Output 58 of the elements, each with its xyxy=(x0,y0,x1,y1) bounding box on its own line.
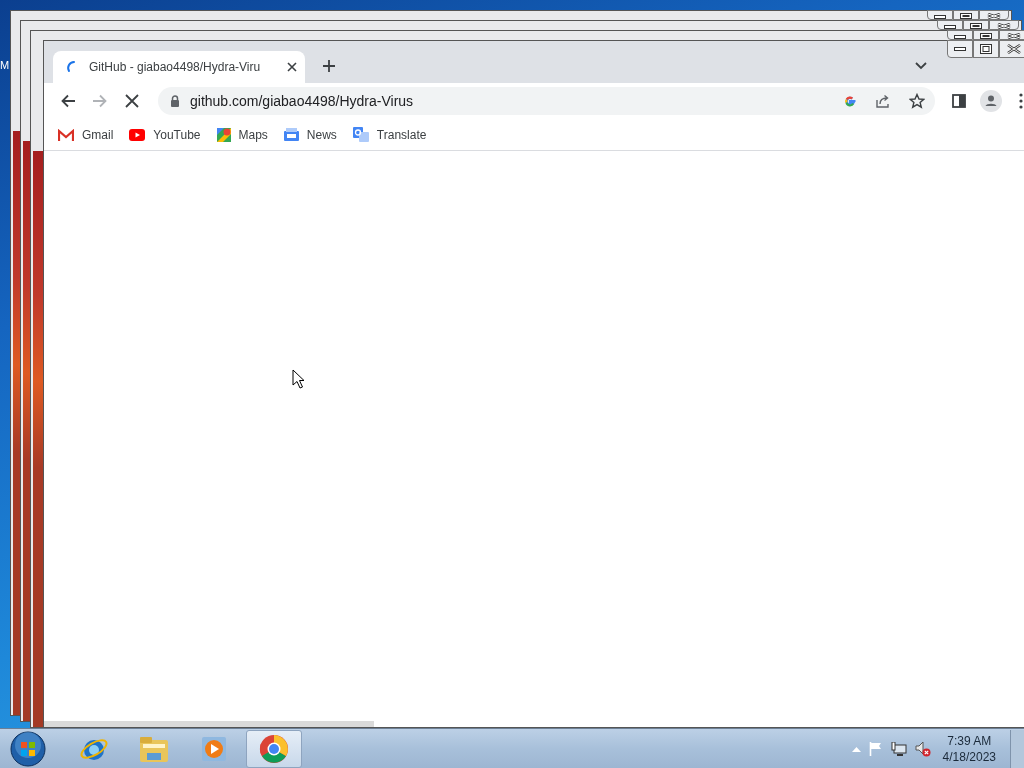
minimize-button[interactable] xyxy=(947,40,973,58)
desktop-label: M xyxy=(0,59,10,72)
side-panel-icon xyxy=(952,94,966,108)
chrome-icon xyxy=(259,733,289,764)
chevron-down-icon xyxy=(915,62,927,70)
close-icon xyxy=(997,23,1011,29)
maximize-icon xyxy=(960,13,972,19)
taskbar-button[interactable] xyxy=(246,729,302,768)
bookmark-link[interactable]: Gmail xyxy=(58,125,114,144)
minimize-icon xyxy=(954,47,966,51)
bookmark-link[interactable]: YouTube xyxy=(129,125,201,144)
address-text: github.com/giabao4498/Hydra-Virus xyxy=(190,91,415,111)
bookmark-link[interactable]: News xyxy=(283,125,337,144)
mouse-cursor-icon xyxy=(292,369,305,389)
gmail-icon xyxy=(58,128,74,141)
address-bar[interactable]: github.com/giabao4498/Hydra-Virus xyxy=(158,87,935,115)
translate-icon xyxy=(352,127,369,142)
play-icon xyxy=(129,128,146,141)
maximize-icon xyxy=(980,44,992,54)
minimize-icon xyxy=(934,15,946,19)
menu-icon xyxy=(1019,93,1023,109)
tab-close-button[interactable] xyxy=(287,62,297,72)
newspaper-icon xyxy=(283,128,299,141)
close-icon xyxy=(1007,44,1021,54)
network-icon xyxy=(890,741,907,756)
google-icon xyxy=(843,94,857,108)
maximize-icon xyxy=(970,23,982,29)
browser-tab[interactable]: GitHub - giabao4498/Hydra-Viru xyxy=(53,51,305,83)
maximize-icon xyxy=(980,33,992,39)
tab-title: GitHub - giabao4498/Hydra-Viru xyxy=(89,59,262,76)
chevron-up-icon xyxy=(851,745,861,752)
person-icon xyxy=(980,90,1002,112)
close-button[interactable] xyxy=(979,10,1009,20)
clock-time: 7:39 AM xyxy=(947,732,992,749)
flag-icon xyxy=(868,741,883,756)
bookmark-link[interactable]: Translate xyxy=(352,125,427,144)
windows-orb-icon xyxy=(10,730,46,767)
star-icon xyxy=(909,93,925,109)
stop-icon xyxy=(125,94,139,108)
scrollbar-thumb[interactable] xyxy=(44,721,374,727)
back-arrow-icon xyxy=(60,93,76,109)
close-button[interactable] xyxy=(999,40,1024,58)
profile-button[interactable] xyxy=(979,89,1003,113)
lock-icon xyxy=(170,95,180,107)
plus-icon xyxy=(322,59,336,73)
clock-date: 4/18/2023 xyxy=(942,748,996,765)
close-icon xyxy=(287,62,297,72)
minimize-icon xyxy=(954,35,966,39)
close-icon xyxy=(1007,33,1021,39)
maximize-button[interactable] xyxy=(973,40,999,58)
bookmark-link[interactable]: Maps xyxy=(216,125,268,144)
minimize-icon xyxy=(944,25,956,29)
forward-arrow-icon xyxy=(92,93,108,109)
close-button[interactable] xyxy=(999,30,1024,40)
map-pin-icon xyxy=(216,127,231,142)
close-icon xyxy=(987,13,1001,19)
close-button[interactable] xyxy=(989,20,1019,30)
share-icon xyxy=(875,93,891,109)
